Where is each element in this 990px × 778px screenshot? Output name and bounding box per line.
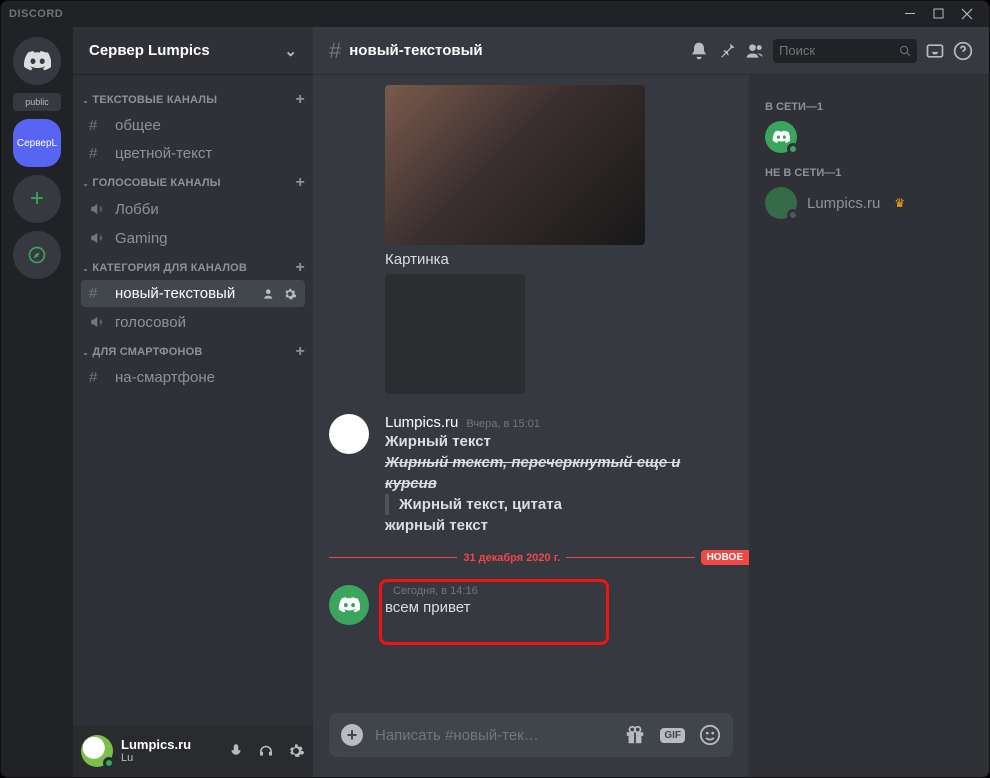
channel-header: # новый-текстовый [313,27,989,75]
message-timestamp: Вчера, в 15:01 [466,418,540,430]
public-servers-label[interactable]: public [13,93,61,111]
hash-icon: # [89,145,109,162]
main-area: # новый-текстовый Картинка [313,27,989,777]
gear-icon[interactable] [283,287,297,301]
category-custom[interactable]: ⌄КАТЕГОРИЯ ДЛЯ КАНАЛОВ+ [73,253,313,279]
self-tag: Lu [121,752,191,764]
search-input[interactable] [779,43,895,58]
hash-icon: # [89,285,109,302]
message-embed-placeholder[interactable] [385,274,525,394]
speaker-icon [89,313,109,331]
composer-placeholder[interactable]: Написать #новый-тек… [375,727,612,744]
message-text: всем привет [385,597,733,618]
hash-icon: # [89,117,109,134]
message-avatar[interactable] [329,585,369,625]
message-image-attachment[interactable] [385,85,645,245]
attach-button[interactable]: + [341,724,363,746]
category-smartphones[interactable]: ⌄ДЛЯ СМАРТФОНОВ+ [73,337,313,363]
message-list[interactable]: Картинка Lumpics.ru Вчера, в 15:01 Жирны… [313,75,749,713]
window-maximize-button[interactable] [925,3,953,25]
channel-gaming[interactable]: Gaming [81,224,305,252]
server-owner-icon: ♛ [894,196,905,210]
channel-lobby[interactable]: Лобби [81,195,305,223]
members-online-header: В СЕТИ—1 [757,91,981,117]
emoji-button[interactable] [699,724,721,746]
inbox-button[interactable] [925,41,945,61]
member-list: В СЕТИ—1 НЕ В СЕТИ—1 Lumpics.ru ♛ [749,75,989,777]
add-channel-button[interactable]: + [295,91,305,109]
self-username: Lumpics.ru [121,738,191,752]
message-text: жирный текст [385,515,733,536]
member-avatar [765,187,797,219]
status-online-icon [103,757,115,769]
member-item-offline[interactable]: Lumpics.ru ♛ [757,183,981,223]
message-timestamp: Сегодня, в 14:16 [393,585,478,597]
message-author[interactable]: Lumpics.ru [385,414,458,431]
search-icon [899,44,911,58]
message-text: Жирный текст [385,431,733,452]
search-box[interactable] [773,39,917,63]
notifications-button[interactable] [689,41,709,61]
message-text: Жирный текст, перечеркнутый еще и курсив [385,452,733,494]
channel-colored-text[interactable]: #цветной-текст [81,140,305,167]
message-item: Сегодня, в 14:16 всем привет [329,585,733,625]
members-offline-header: НЕ В СЕТИ—1 [757,157,981,183]
channel-new-text[interactable]: # новый-текстовый [81,280,305,307]
chevron-down-icon: ⌄ [284,42,297,60]
divider-date: 31 декабря 2020 г. [463,552,560,564]
hash-icon: # [89,369,109,386]
channel-voice-custom[interactable]: голосовой [81,308,305,336]
pinned-messages-button[interactable] [717,41,737,61]
status-online-icon [787,143,799,155]
home-button[interactable] [13,37,61,85]
guild-list: public СерверL + [1,27,73,777]
speaker-icon [89,229,109,247]
server-name: Сервер Lumpics [89,42,210,59]
add-channel-button[interactable]: + [295,343,305,361]
gif-button[interactable]: GIF [660,728,685,743]
channel-general[interactable]: #общее [81,112,305,139]
help-button[interactable] [953,41,973,61]
deafen-button[interactable] [257,742,275,760]
speaker-icon [89,200,109,218]
member-name: Lumpics.ru [807,195,880,212]
new-badge: НОВОЕ [701,550,749,565]
add-server-button[interactable]: + [13,175,61,223]
message-quote: Жирный текст, цитата [385,494,733,515]
explore-servers-button[interactable] [13,231,61,279]
image-caption: Картинка [385,251,733,268]
hash-icon: # [329,38,341,64]
self-avatar[interactable] [81,735,113,767]
channel-smartphone[interactable]: #на-смартфоне [81,364,305,391]
member-avatar [765,121,797,153]
mute-mic-button[interactable] [227,742,245,760]
app-wordmark: DISCORD [9,8,63,20]
message-composer: + Написать #новый-тек… GIF [313,713,749,777]
user-panel: Lumpics.ru Lu [73,725,313,777]
window-close-button[interactable] [953,3,981,25]
channel-sidebar: Сервер Lumpics ⌄ ⌄ТЕКСТОВЫЕ КАНАЛЫ+ #общ… [73,27,313,777]
message-avatar[interactable] [329,414,369,454]
invite-icon[interactable] [263,287,277,301]
add-channel-button[interactable]: + [295,259,305,277]
user-settings-button[interactable] [287,742,305,760]
category-voice[interactable]: ⌄ГОЛОСОВЫЕ КАНАЛЫ+ [73,168,313,194]
gift-button[interactable] [624,724,646,746]
channel-title: новый-текстовый [349,42,482,59]
status-offline-icon [787,209,799,221]
add-channel-button[interactable]: + [295,174,305,192]
member-item-online[interactable] [757,117,981,157]
category-text[interactable]: ⌄ТЕКСТОВЫЕ КАНАЛЫ+ [73,85,313,111]
new-messages-divider: 31 декабря 2020 г. НОВОЕ [329,550,733,565]
server-header[interactable]: Сервер Lumpics ⌄ [73,27,313,75]
window-minimize-button[interactable] [897,3,925,25]
member-list-button[interactable] [745,41,765,61]
message-item: Lumpics.ru Вчера, в 15:01 Жирный текст Ж… [329,414,733,536]
guild-active[interactable]: СерверL [13,119,61,167]
